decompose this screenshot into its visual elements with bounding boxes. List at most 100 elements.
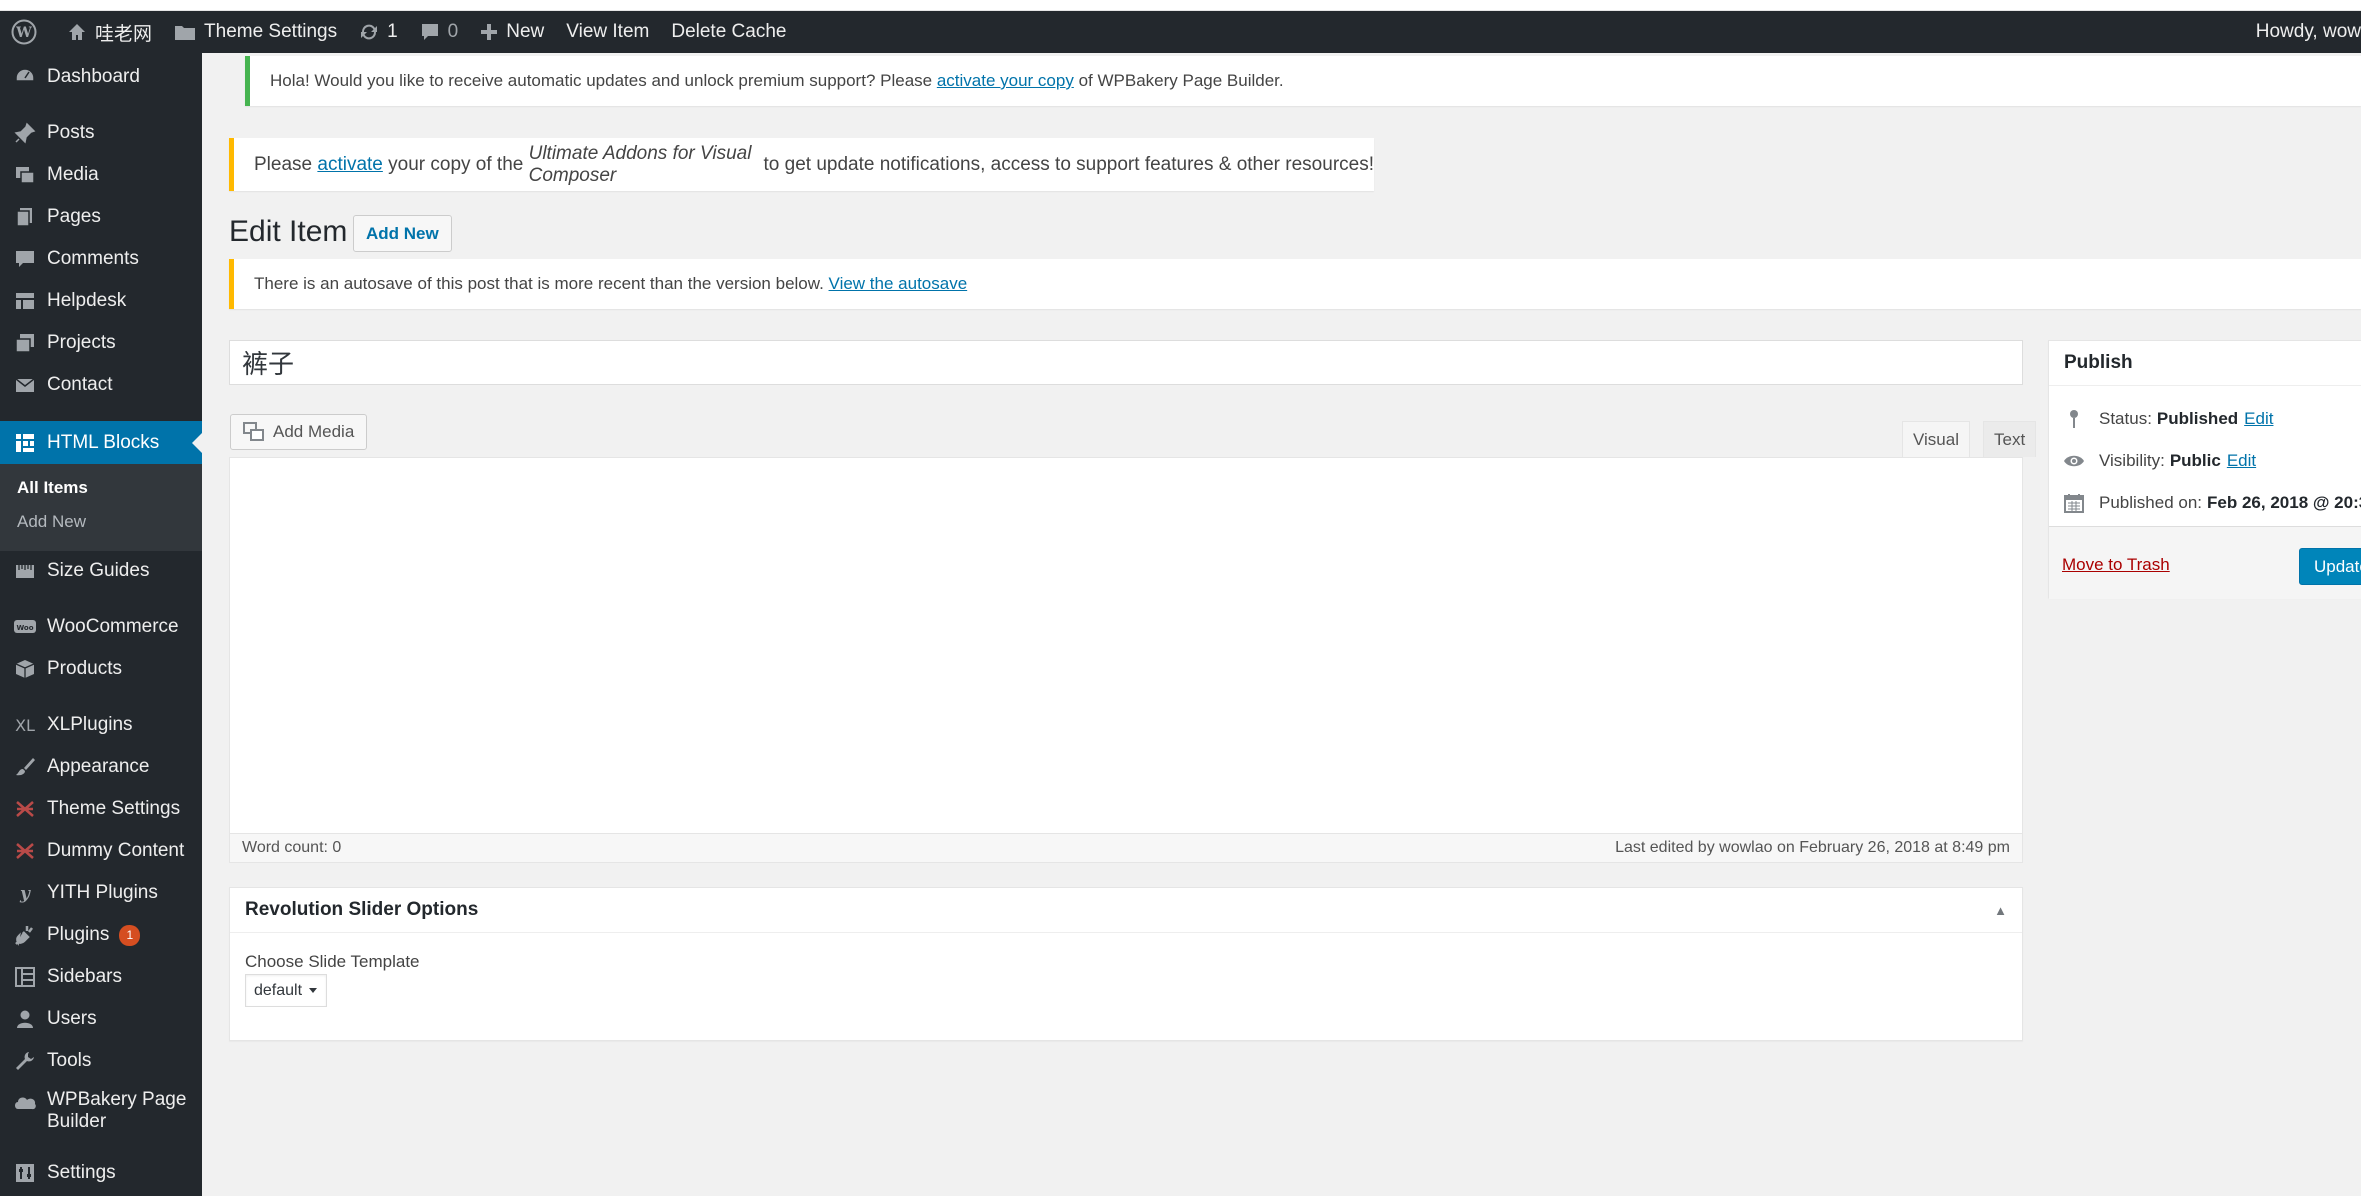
menu-dashboard[interactable]: Dashboard (0, 61, 202, 93)
sidebars-icon (13, 965, 37, 989)
site-name-item[interactable]: 哇老网 (56, 11, 163, 53)
submenu-all-items[interactable]: All Items (17, 478, 88, 498)
menu-pages[interactable]: Pages (0, 201, 202, 233)
menu-appearance[interactable]: Appearance (0, 751, 202, 783)
pin-icon (13, 121, 37, 145)
menu-theme-settings[interactable]: Theme Settings (0, 793, 202, 825)
activate-link[interactable]: activate (317, 154, 382, 176)
add-new-button[interactable]: Add New (353, 215, 452, 252)
edit-status-link[interactable]: Edit (2244, 409, 2273, 429)
slide-template-label: Choose Slide Template (245, 952, 420, 971)
published-value: Feb 26, 2018 @ 20:36 (2207, 493, 2361, 512)
plugins-update-badge: 1 (119, 924, 141, 946)
menu-label: Helpdesk (47, 290, 127, 311)
wpbakery-activation-notice: Hola! Would you like to receive automati… (245, 56, 2361, 106)
menu-projects[interactable]: Projects (0, 327, 202, 359)
pin-icon (2063, 408, 2085, 430)
box-icon (13, 657, 37, 681)
menu-label: Plugins (47, 924, 110, 945)
menu-contact[interactable]: Contact (0, 369, 202, 401)
menu-label: Posts (47, 122, 95, 143)
menu-tools[interactable]: Tools (0, 1045, 202, 1077)
menu-yith-plugins[interactable]: y YITH Plugins (0, 877, 202, 909)
add-media-button[interactable]: Add Media (230, 414, 368, 450)
content-editor[interactable] (229, 457, 2023, 834)
calendar-icon (2063, 493, 2085, 513)
activate-copy-link[interactable]: activate your copy (937, 71, 1074, 91)
updates-item[interactable]: 1 (348, 11, 409, 53)
menu-label-wrap: WPBakery Page Builder (47, 1089, 186, 1133)
blocks-icon (13, 431, 37, 455)
menu-settings[interactable]: Settings (0, 1157, 202, 1189)
menu-label: WooCommerce (47, 616, 179, 637)
menu-label: Contact (47, 374, 113, 395)
menu-media[interactable]: Media (0, 159, 202, 191)
menu-posts[interactable]: Posts (0, 117, 202, 149)
new-content-item[interactable]: New (469, 11, 555, 53)
revolution-box-header[interactable]: Revolution Slider Options ▲ (230, 888, 2022, 933)
visibility-label: Visibility: (2099, 451, 2165, 470)
comments-item[interactable]: 0 (409, 11, 470, 53)
media-icon (13, 163, 37, 187)
publish-date-row: Published on: Feb 26, 2018 @ 20:36 E (2063, 493, 2361, 513)
menu-sidebars[interactable]: Sidebars (0, 961, 202, 993)
menu-woocommerce[interactable]: Woo WooCommerce (0, 611, 202, 643)
post-title-input[interactable]: 裤子 (229, 340, 2023, 385)
menu-dummy-content[interactable]: Dummy Content (0, 835, 202, 867)
brush-icon (13, 755, 37, 779)
comment-bubble-icon (420, 22, 440, 42)
slide-template-select[interactable]: default (245, 974, 327, 1007)
menu-html-blocks[interactable]: HTML Blocks (0, 421, 202, 464)
select-value: default (254, 981, 303, 999)
menu-wpbakery[interactable]: WPBakery Page Builder (0, 1089, 202, 1139)
site-name-label: 哇老网 (95, 23, 153, 45)
menu-label: Users (47, 1008, 97, 1029)
wordpress-logo-item[interactable]: W (0, 11, 56, 53)
menu-label: Appearance (47, 756, 150, 777)
update-button[interactable]: Update (2299, 548, 2361, 585)
submenu-add-new[interactable]: Add New (17, 512, 86, 532)
publish-status-row: Status: Published Edit (2063, 408, 2273, 430)
media-icon (243, 422, 265, 442)
menu-users[interactable]: Users (0, 1003, 202, 1035)
notice-text-post: to get update notifications, access to s… (758, 153, 1374, 175)
menu-helpdesk[interactable]: Helpdesk (0, 285, 202, 317)
howdy-account[interactable]: Howdy, wow (2245, 11, 2361, 53)
edit-visibility-link[interactable]: Edit (2227, 451, 2256, 471)
move-to-trash-link[interactable]: Move to Trash (2062, 555, 2170, 575)
menu-size-guides[interactable]: Size Guides (0, 555, 202, 587)
menu-label: Projects (47, 332, 116, 353)
tab-text[interactable]: Text (1983, 421, 2037, 457)
dummy-icon (13, 839, 37, 863)
menu-label: Sidebars (47, 966, 122, 987)
collapse-toggle-icon[interactable]: ▲ (1994, 903, 2007, 918)
menu-plugins[interactable]: Plugins 1 (0, 919, 202, 951)
publish-box: Publish Status: Published Edit Visibilit… (2048, 340, 2361, 599)
yith-icon: y (13, 881, 37, 905)
wrench-icon (13, 1049, 37, 1073)
editor-status-bar: Word count: 0 Last edited by wowlao on F… (229, 834, 2023, 863)
menu-comments[interactable]: Comments (0, 243, 202, 275)
notice-text-mid: your copy of the (382, 153, 529, 175)
autosave-notice: There is an autosave of this post that i… (229, 259, 2361, 309)
theme-settings-item[interactable]: Theme Settings (163, 11, 348, 53)
revolution-slider-options-box: Revolution Slider Options ▲ Choose Slide… (229, 887, 2023, 1041)
menu-products[interactable]: Products (0, 653, 202, 685)
theme-icon (13, 797, 37, 821)
comments-count: 0 (447, 21, 459, 42)
tab-visual[interactable]: Visual (1902, 421, 1970, 457)
folder-icon (174, 23, 196, 41)
comment-icon (13, 247, 37, 271)
view-item-link[interactable]: View Item (555, 11, 660, 53)
menu-xlplugins[interactable]: XL XLPlugins (0, 709, 202, 741)
pages-icon (13, 205, 37, 229)
updates-count: 1 (387, 21, 398, 42)
view-autosave-link[interactable]: View the autosave (829, 274, 968, 294)
page-title: Edit Item (229, 215, 348, 248)
xl-icon: XL (13, 713, 37, 737)
svg-text:y: y (19, 884, 31, 904)
delete-cache-link[interactable]: Delete Cache (660, 11, 797, 53)
ultimate-addons-notice: Please activate your copy of the Ultimat… (229, 138, 1374, 191)
svg-text:W: W (15, 25, 32, 41)
menu-label: Settings (47, 1162, 116, 1183)
